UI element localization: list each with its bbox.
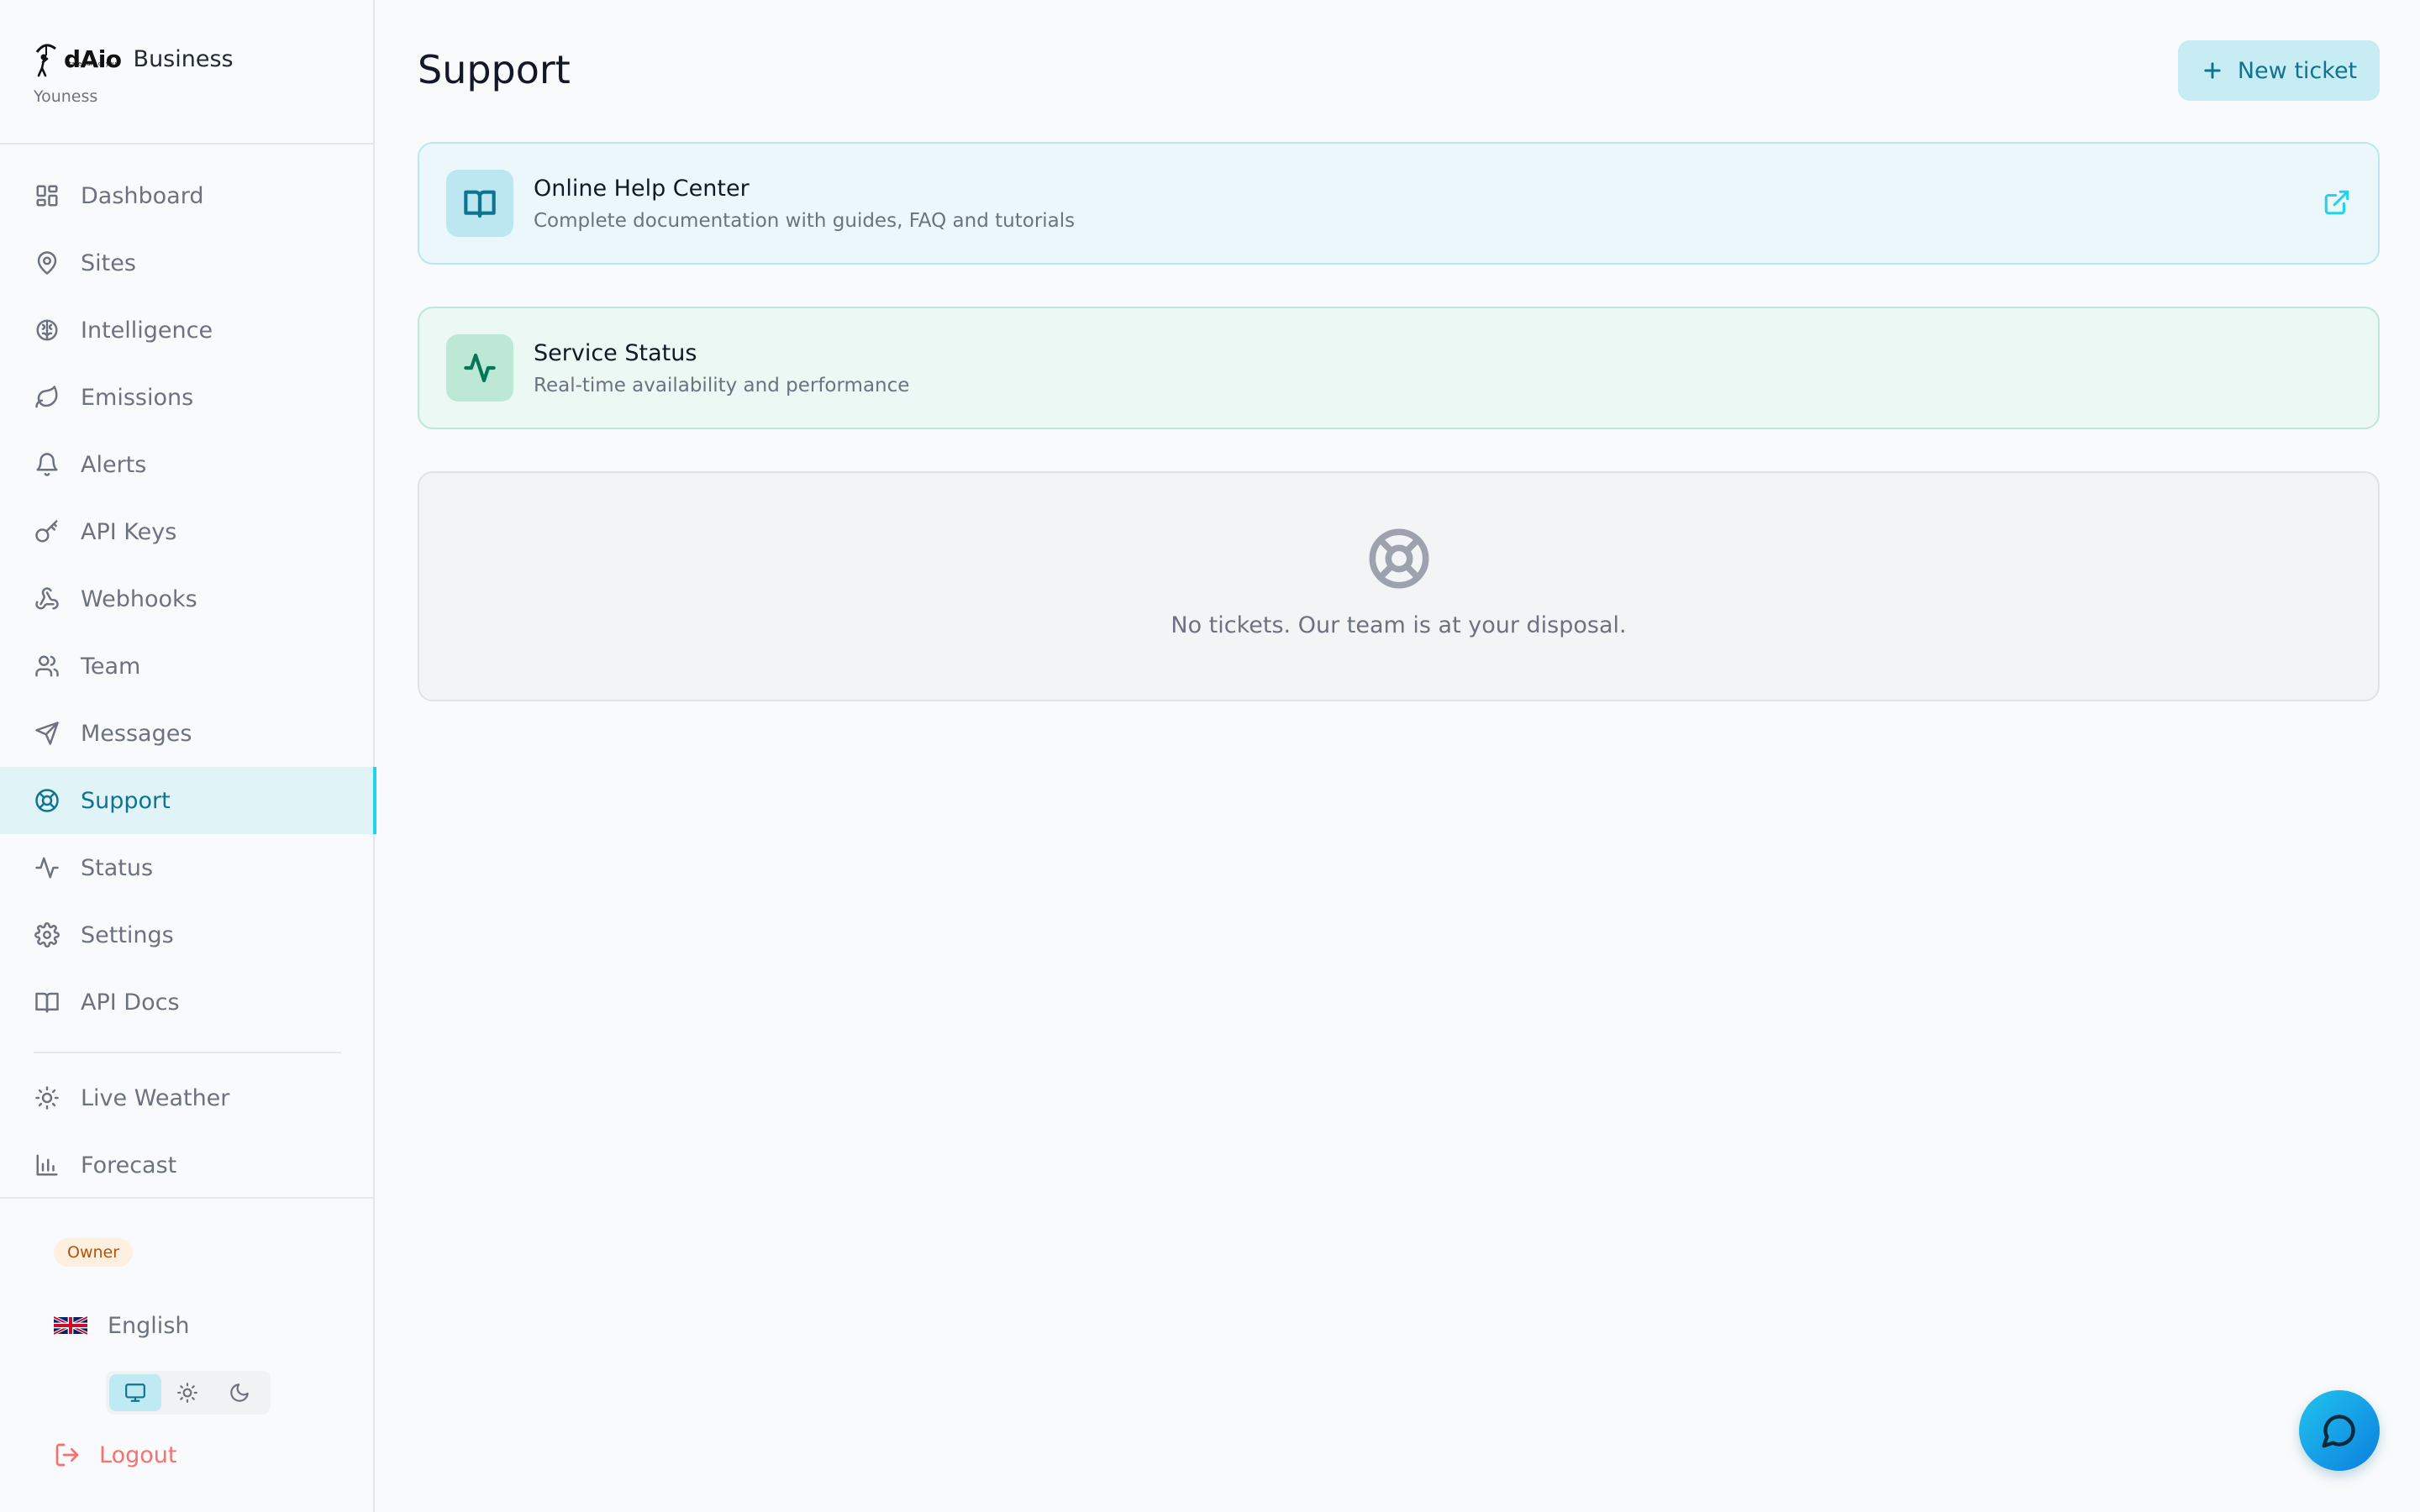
message-circle-icon	[2322, 1415, 2355, 1448]
sidebar-item-webhooks[interactable]: Webhooks	[0, 565, 375, 633]
brand-logo: dAio	[34, 40, 122, 77]
sidebar-item-label: Intelligence	[81, 317, 213, 344]
sidebar-item-forecast[interactable]: Forecast	[0, 1131, 375, 1199]
gear-icon	[34, 921, 60, 948]
sidebar-item-label: Live Weather	[81, 1084, 230, 1111]
sidebar-item-status[interactable]: Status	[0, 834, 375, 901]
bar-chart-icon	[34, 1152, 60, 1179]
sidebar-item-label: Webhooks	[81, 585, 197, 612]
help-center-text: Online Help Center Complete documentatio…	[534, 176, 1075, 232]
sidebar-item-label: Messages	[81, 720, 192, 747]
sidebar-item-settings[interactable]: Settings	[0, 901, 375, 969]
sidebar-item-label: Alerts	[81, 451, 147, 478]
logout-button[interactable]: Logout	[54, 1438, 176, 1472]
current-user-name: Youness	[34, 87, 98, 106]
service-status-text: Service Status Real-time availability an…	[534, 340, 909, 396]
sidebar-item-label: Emissions	[81, 384, 194, 411]
life-buoy-icon	[1369, 528, 1428, 589]
new-ticket-label: New ticket	[2237, 57, 2358, 84]
sidebar-item-label: API Keys	[81, 518, 177, 545]
sidebar-item-api-keys[interactable]: API Keys	[0, 498, 375, 565]
sun-icon	[177, 1383, 197, 1403]
logout-icon	[55, 1443, 79, 1467]
help-center-card[interactable]: Online Help Center Complete documentatio…	[418, 142, 2380, 265]
sidebar-item-emissions[interactable]: Emissions	[0, 364, 375, 431]
chat-button[interactable]	[2299, 1390, 2380, 1471]
bell-icon	[34, 451, 60, 478]
sidebar-item-dashboard[interactable]: Dashboard	[0, 162, 375, 229]
empty-state-message: No tickets. Our team is at your disposal…	[1171, 612, 1627, 638]
page-title: Support	[418, 47, 571, 92]
leaf-icon	[34, 384, 60, 411]
tickets-empty-state: No tickets. Our team is at your disposal…	[418, 471, 2380, 701]
divider	[34, 1052, 341, 1053]
users-icon	[34, 653, 60, 680]
sidebar-item-label: Settings	[81, 921, 174, 948]
card-subtitle: Complete documentation with guides, FAQ …	[534, 209, 1076, 232]
divider	[0, 143, 375, 144]
brand-product: Business	[133, 45, 234, 72]
role-badge: Owner	[54, 1238, 134, 1267]
moon-icon	[230, 1383, 249, 1402]
language-selector[interactable]: English	[54, 1307, 190, 1344]
sidebar-item-label: Dashboard	[81, 182, 204, 209]
plus-icon	[2204, 62, 2221, 79]
new-ticket-button[interactable]: New ticket	[2178, 40, 2380, 101]
monitor-icon	[125, 1383, 145, 1402]
sidebar-item-label: Team	[81, 653, 141, 680]
theme-dark-button[interactable]	[213, 1374, 266, 1411]
activity-icon	[446, 334, 513, 402]
language-label: English	[108, 1312, 190, 1339]
sidebar-item-team[interactable]: Team	[0, 633, 375, 700]
brain-icon	[34, 317, 60, 344]
brand[interactable]: dAio Business	[34, 34, 234, 84]
sidebar-item-support[interactable]: Support	[0, 767, 376, 834]
map-pin-icon	[34, 249, 60, 276]
service-status-card[interactable]: Service Status Real-time availability an…	[418, 307, 2380, 429]
umbrella-person-icon	[35, 44, 56, 77]
sidebar-item-messages[interactable]: Messages	[0, 700, 375, 767]
divider	[0, 1197, 375, 1199]
sidebar-item-label: Support	[81, 787, 171, 814]
sidebar-item-label: Forecast	[81, 1152, 177, 1179]
external-link-icon[interactable]	[2323, 188, 2353, 218]
sidebar-item-intelligence[interactable]: Intelligence	[0, 297, 375, 364]
brand-tagline: take care of you	[69, 60, 117, 67]
sidebar-item-label: Sites	[81, 249, 136, 276]
book-icon	[34, 989, 60, 1016]
life-buoy-icon	[34, 787, 60, 814]
send-icon	[34, 720, 60, 747]
webhook-icon	[34, 585, 60, 612]
sidebar-item-label: API Docs	[81, 989, 180, 1016]
sidebar-item-label: Status	[81, 854, 154, 881]
uk-flag-icon	[54, 1315, 87, 1336]
activity-icon	[34, 854, 60, 881]
main-nav: Dashboard Sites Intelligence Emissions A…	[0, 162, 376, 1036]
sidebar-item-alerts[interactable]: Alerts	[0, 431, 375, 498]
sidebar: dAio Business take care of you Youness D…	[0, 0, 376, 1512]
theme-toggle	[106, 1371, 271, 1415]
key-icon	[34, 518, 60, 545]
sidebar-item-sites[interactable]: Sites	[0, 229, 375, 297]
dashboard-icon	[34, 182, 60, 209]
theme-light-button[interactable]	[161, 1374, 213, 1411]
card-title: Online Help Center	[534, 175, 750, 202]
theme-system-button[interactable]	[109, 1374, 161, 1411]
card-title: Service Status	[534, 339, 697, 366]
secondary-nav: Live Weather Forecast	[0, 1064, 375, 1199]
brand-name: dAio	[64, 45, 122, 73]
logout-label: Logout	[99, 1441, 177, 1468]
sun-icon	[34, 1084, 60, 1111]
card-subtitle: Real-time availability and performance	[534, 374, 910, 396]
sidebar-item-api-docs[interactable]: API Docs	[0, 969, 375, 1036]
sidebar-item-live-weather[interactable]: Live Weather	[0, 1064, 375, 1131]
book-open-icon	[446, 170, 513, 237]
